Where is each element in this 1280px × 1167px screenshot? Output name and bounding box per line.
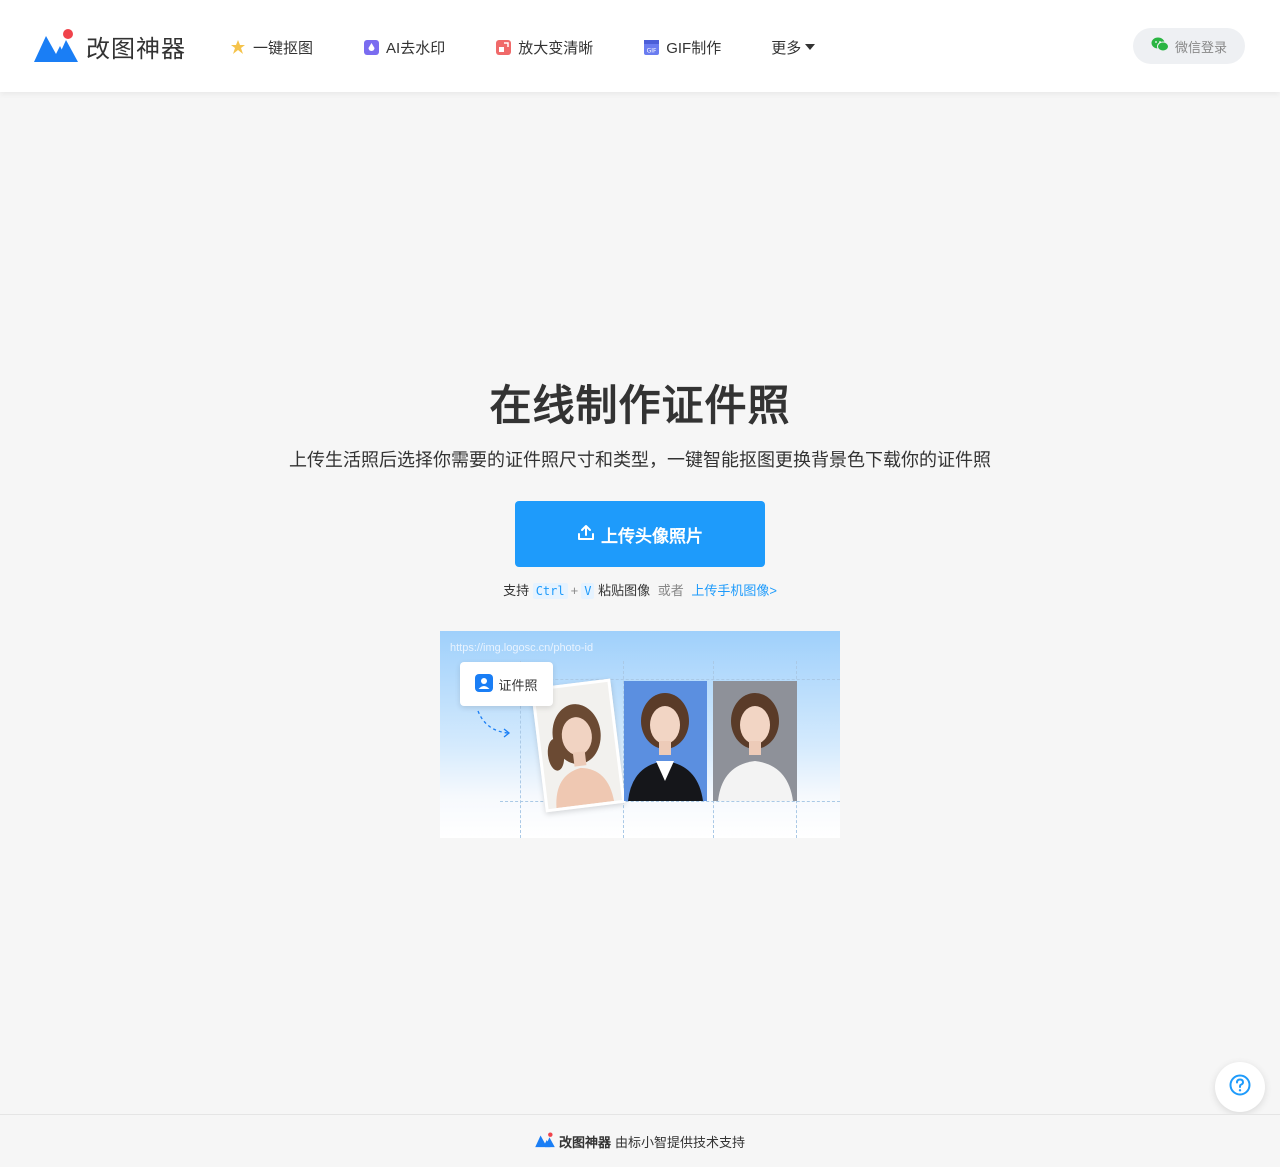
footer-brand: 改图神器 <box>558 1134 611 1150</box>
upload-mobile-link[interactable]: 上传手机图像> <box>691 583 777 598</box>
nav-item-watermark[interactable]: AI去水印 <box>363 36 445 58</box>
question-icon <box>1229 1074 1251 1101</box>
nav-item-gif[interactable]: GIF GIF制作 <box>643 36 721 58</box>
top-header: 改图神器 一键抠图 AI去水印 放大变清晰 GIF GIF制作 更多 微信登录 <box>0 0 1280 92</box>
nav-item-enlarge[interactable]: 放大变清晰 <box>495 36 593 58</box>
wechat-icon <box>1151 37 1169 55</box>
nav-more-label: 更多 <box>771 39 802 57</box>
user-card-icon <box>475 673 494 695</box>
footer-logo-icon <box>535 1131 555 1151</box>
upload-icon <box>577 523 595 546</box>
nav-label: GIF制作 <box>666 39 722 57</box>
nav-label: 一键抠图 <box>253 39 314 57</box>
caret-down-icon <box>805 44 816 50</box>
gif-icon: GIF <box>643 39 660 56</box>
nav-label: 放大变清晰 <box>518 39 594 57</box>
help-button[interactable] <box>1215 1062 1265 1112</box>
upload-photo-button[interactable]: 上传头像照片 <box>515 501 765 567</box>
tag-label: 证件照 <box>498 677 538 693</box>
gray-bg-photo <box>713 681 797 801</box>
nav-more-dropdown[interactable]: 更多 <box>771 37 816 58</box>
page-footer: 改图神器 由标小智提供技术支持 <box>0 1114 1280 1167</box>
id-photo-preview: https://img.logosc.cn/photo-id 证件照 <box>440 631 840 838</box>
dashed-arrow-icon <box>476 709 516 744</box>
page-subtitle: 上传生活照后选择你需要的证件照尺寸和类型，一键智能抠图更换背景色下载你的证件照 <box>289 450 991 470</box>
upload-label: 上传头像照片 <box>601 526 703 546</box>
hint-plus: + <box>570 583 579 598</box>
ai-watermark-icon <box>363 39 380 56</box>
nav-item-cutout[interactable]: 一键抠图 <box>230 36 313 58</box>
hint-support: 支持 <box>503 583 530 598</box>
blue-bg-photo <box>624 681 707 801</box>
kbd-ctrl: Ctrl <box>532 583 568 599</box>
page-title: 在线制作证件照 <box>489 382 791 429</box>
hint-paste: 粘贴图像 <box>598 583 651 598</box>
brand-name: 改图神器 <box>86 35 186 63</box>
logo-mark-icon <box>34 28 78 64</box>
preview-url: https://img.logosc.cn/photo-id <box>450 642 594 654</box>
kbd-v: V <box>581 583 595 599</box>
paste-hint: 支持 Ctrl + V 粘贴图像 或者 上传手机图像> <box>0 580 1280 599</box>
main-nav: 一键抠图 AI去水印 放大变清晰 GIF GIF制作 更多 <box>230 36 816 58</box>
enlarge-icon <box>495 39 512 56</box>
star-sparkle-icon <box>230 39 247 56</box>
footer-text: 由标小智提供技术支持 <box>615 1134 746 1150</box>
hint-or: 或者 <box>657 583 684 598</box>
nav-label: AI去水印 <box>386 39 446 57</box>
login-label: 微信登录 <box>1174 39 1227 55</box>
wechat-login-button[interactable]: 微信登录 <box>1133 28 1245 64</box>
brand-logo[interactable]: 改图神器 <box>34 28 186 64</box>
id-photo-tag: 证件照 <box>460 662 553 706</box>
svg-text:GIF: GIF <box>647 47 657 54</box>
